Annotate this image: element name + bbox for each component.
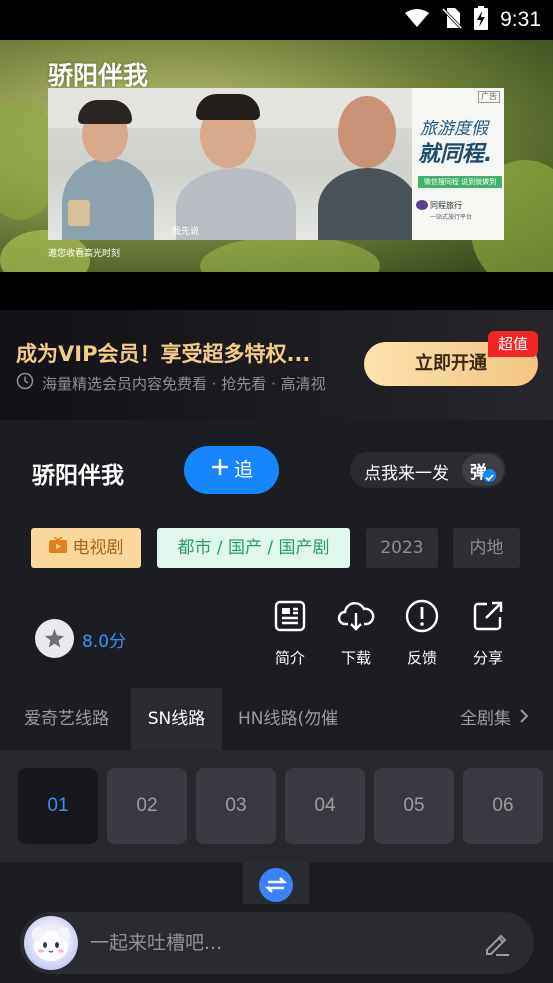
action-download[interactable]: 下载 (326, 596, 386, 668)
cloud-download-icon (326, 596, 386, 636)
details-panel: 骄阳伴我 追 点我来一发 弹 电视剧 都市 / 国产 / 国产剧 2023 内地… (0, 420, 553, 750)
share-icon (458, 596, 518, 636)
episode-button[interactable]: 06 (463, 768, 543, 844)
danmu-control[interactable]: 点我来一发 弹 (350, 452, 506, 488)
all-episodes-label: 全剧集 (460, 709, 511, 729)
star-icon (35, 619, 74, 658)
ad-label: 广告 (478, 91, 500, 103)
vip-value-badge: 超值 (488, 331, 538, 357)
vip-banner[interactable]: 成为VIP会员！享受超多特权... 海量精选会员内容免费看 · 抢先看 · 高清… (0, 310, 553, 420)
video-subtitle: 我先说 (172, 227, 200, 237)
page-title: 骄阳伴我 (32, 463, 124, 489)
ad-brand: 同程旅行 (430, 201, 462, 210)
tv-icon (48, 528, 67, 568)
episode-button[interactable]: 01 (18, 768, 98, 844)
tag-genre[interactable]: 都市 / 国产 / 国产剧 (157, 528, 350, 568)
document-icon (260, 596, 320, 636)
no-sim-icon (442, 7, 463, 33)
comment-area (0, 862, 553, 983)
ad-brand-tagline: 一站式旅行平台 (430, 214, 473, 221)
check-icon (483, 469, 496, 482)
danmu-send-label[interactable]: 点我来一发 (364, 459, 449, 484)
danmu-toggle[interactable]: 弹 (462, 454, 504, 486)
comment-bar[interactable] (20, 912, 534, 974)
action-label: 简介 (274, 649, 305, 667)
episode-grid: 01 02 03 04 05 06 (0, 750, 553, 862)
action-label: 分享 (472, 649, 503, 667)
action-label: 反馈 (406, 649, 437, 667)
tag-type[interactable]: 电视剧 (31, 528, 141, 568)
swap-tab[interactable] (243, 862, 309, 904)
all-episodes-link[interactable]: 全剧集 (460, 688, 529, 750)
clock: 9:31 (500, 8, 541, 31)
chevron-right-icon (519, 688, 529, 750)
rating-score: 8.0分 (82, 632, 127, 652)
action-intro[interactable]: 简介 (260, 596, 320, 668)
episode-button[interactable]: 02 (107, 768, 187, 844)
swap-icon (259, 868, 293, 902)
tag-type-label: 电视剧 (72, 538, 124, 558)
line-tab-iqiyi[interactable]: 爱奇艺线路 (24, 688, 109, 750)
comment-input[interactable] (90, 912, 460, 974)
line-tab-sn[interactable]: SN线路 (131, 688, 222, 750)
status-bar: 9:31 (0, 0, 553, 40)
source-line-tabs: 爱奇艺线路 SN线路 HN线路(勿催 全剧集 (0, 688, 553, 750)
action-label: 下载 (340, 649, 371, 667)
episode-button[interactable]: 04 (285, 768, 365, 844)
ad-slogan-line2: 就同程. (418, 142, 493, 167)
video-player[interactable]: 骄阳伴我 广告 旅游度假 就同程. 微信搜同程 说到就做到 同程旅行 一站式旅行… (0, 40, 553, 272)
episode-button[interactable]: 05 (374, 768, 454, 844)
follow-button[interactable]: 追 (184, 446, 279, 494)
action-share[interactable]: 分享 (458, 596, 518, 668)
ad-side-panel: 广告 旅游度假 就同程. 微信搜同程 说到就做到 同程旅行 一站式旅行平台 (412, 88, 504, 240)
follow-label: 追 (233, 459, 253, 481)
alert-circle-icon (392, 596, 452, 636)
clock-icon (16, 372, 34, 394)
line-tab-hn[interactable]: HN线路(勿催 (238, 688, 338, 750)
tag-year[interactable]: 2023 (366, 528, 438, 568)
show-logo: 骄阳伴我 (48, 61, 149, 90)
ad-cta[interactable]: 微信搜同程 说到就做到 (418, 176, 502, 188)
ad-photo (48, 88, 412, 240)
vip-subtitle: 海量精选会员内容免费看 · 抢先看 · 高清视 (42, 374, 326, 393)
episode-button[interactable]: 03 (196, 768, 276, 844)
ad-banner[interactable]: 广告 旅游度假 就同程. 微信搜同程 说到就做到 同程旅行 一站式旅行平台 (48, 88, 504, 240)
avatar[interactable] (24, 916, 78, 970)
tag-region[interactable]: 内地 (453, 528, 520, 568)
player-spacer (0, 272, 553, 310)
ad-brand-logo-icon (416, 200, 428, 210)
vip-title: 成为VIP会员！享受超多特权... (16, 342, 311, 366)
video-caption: 邀您收看高光时刻 (48, 249, 121, 259)
edit-icon[interactable] (482, 928, 512, 962)
plus-icon (210, 447, 230, 495)
battery-charging-icon (474, 6, 489, 34)
vip-subtitle-row: 海量精选会员内容免费看 · 抢先看 · 高清视 (16, 372, 326, 394)
action-feedback[interactable]: 反馈 (392, 596, 452, 668)
wifi-icon (404, 8, 430, 32)
